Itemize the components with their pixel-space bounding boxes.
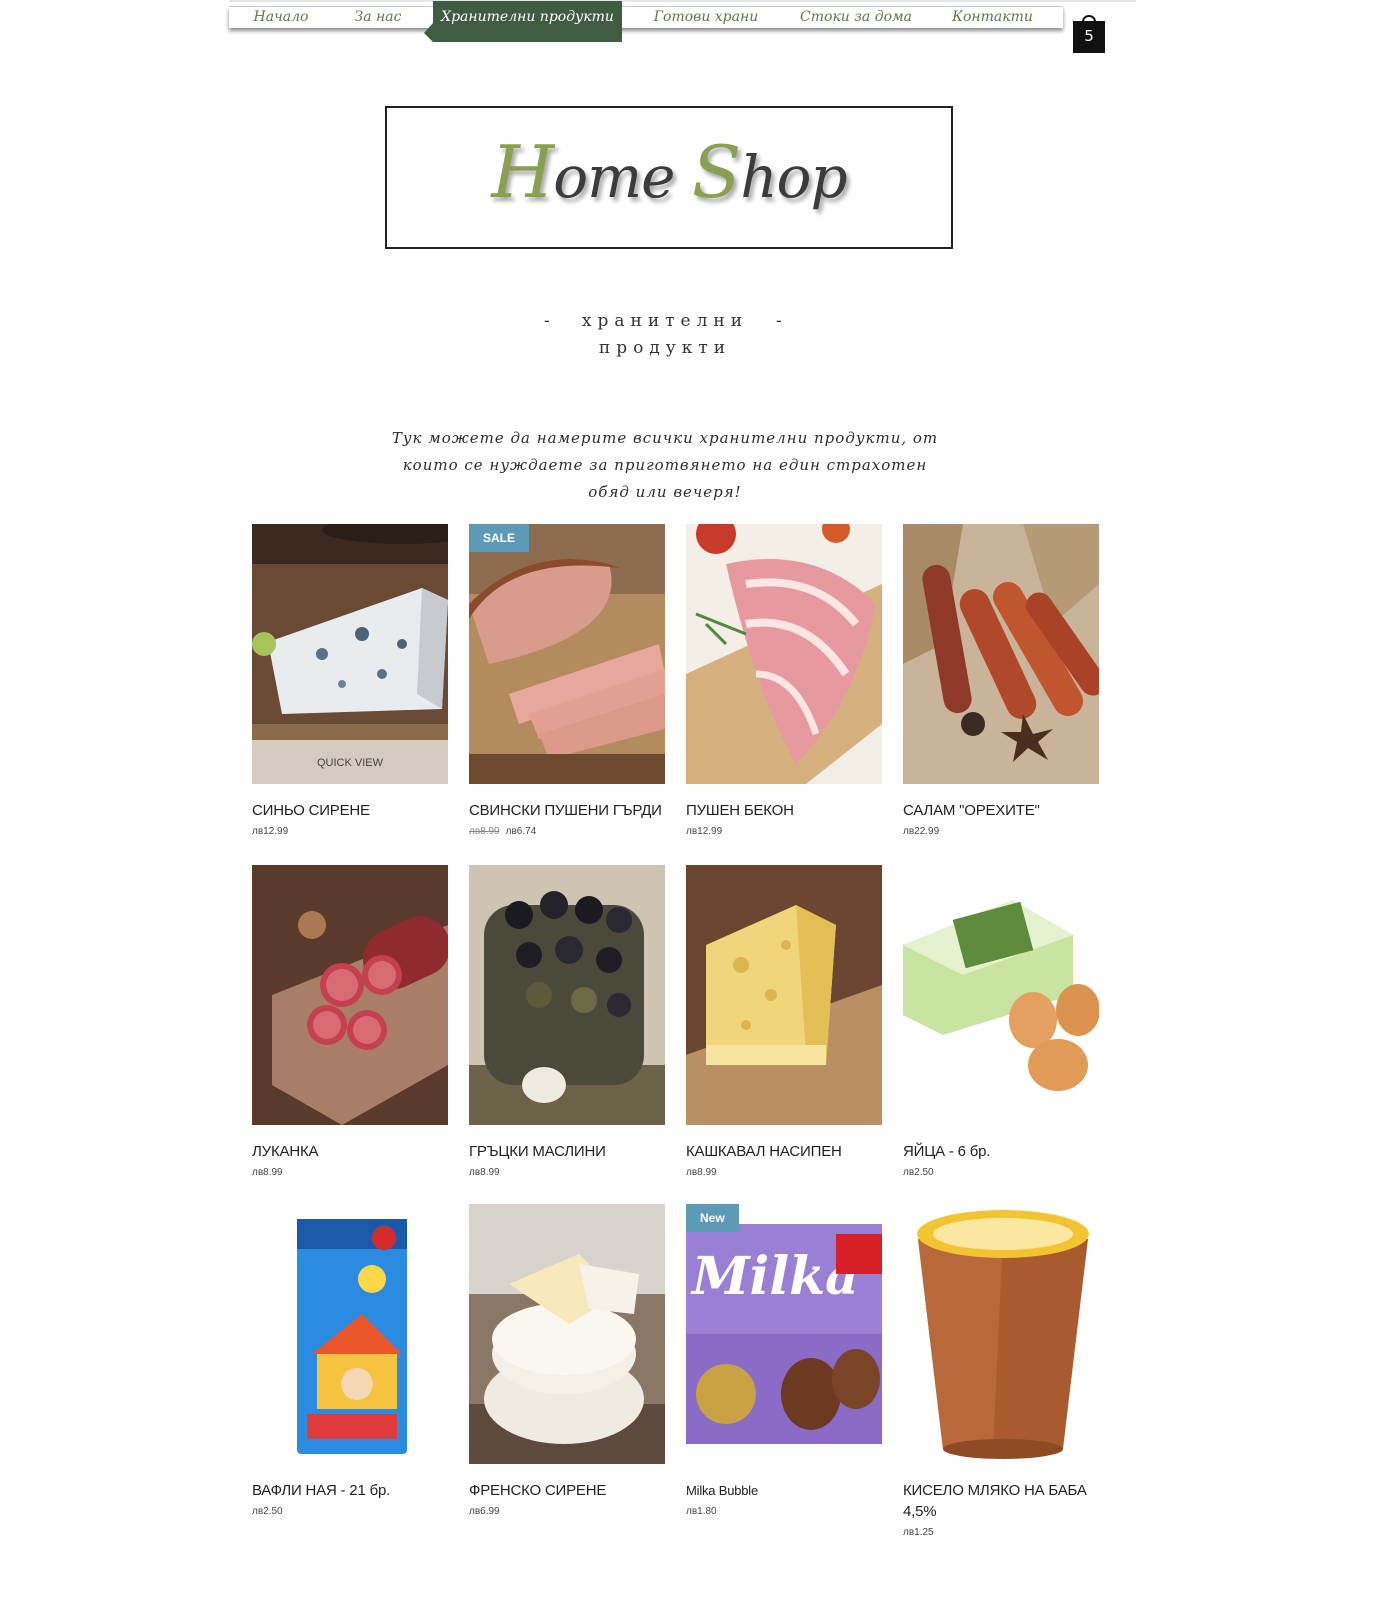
product-card[interactable]: КИСЕЛО МЛЯКО НА БАБА 4,5% лв1.25 (903, 1204, 1099, 1538)
cart-button[interactable]: 5 (1072, 10, 1106, 54)
product-name[interactable]: САЛАМ "ОРЕХИТЕ" (903, 800, 1099, 821)
product-price: лв12.99 (686, 826, 723, 837)
product-card[interactable]: QUICK VIEW СИНЬО СИРЕНЕ лв12.99 (252, 524, 448, 837)
product-name[interactable]: ВАФЛИ НАЯ - 21 бр. (252, 1480, 448, 1501)
product-card[interactable]: ВАФЛИ НАЯ - 21 бр. лв2.50 (252, 1204, 448, 1517)
product-name[interactable]: КАШКАВАЛ НАСИПЕН (686, 1141, 882, 1162)
product-card[interactable]: ГРЪЦКИ МАСЛИНИ лв8.99 (469, 865, 665, 1178)
product-price: лв8.99 (469, 1167, 500, 1178)
top-divider (229, 0, 1136, 2)
product-name[interactable]: ЛУКАНКА (252, 1141, 448, 1162)
title-dash-left: - (544, 311, 556, 331)
product-old-price: лв8.99 (469, 826, 500, 837)
product-price: лв8.99 лв6.74 (469, 826, 665, 837)
product-card[interactable]: ЛУКАНКА лв8.99 (252, 865, 448, 1178)
product-card[interactable]: КАШКАВАЛ НАСИПЕН лв8.99 (686, 865, 882, 1178)
product-name[interactable]: Milka Bubble (686, 1480, 882, 1501)
intro-text: Тук можете да намерите всички хранителни… (391, 429, 939, 501)
logo[interactable]: Home Shop (385, 106, 953, 249)
product-price: лв1.80 (686, 1506, 717, 1517)
nav-item-about[interactable]: За нас (333, 7, 423, 29)
new-badge: New (686, 1204, 739, 1232)
product-name[interactable]: СВИНСКИ ПУШЕНИ ГЪРДИ (469, 800, 665, 821)
product-image-waffles[interactable] (252, 1204, 448, 1464)
main-navigation: Начало За нас Хранителни продукти Готови… (229, 1, 1063, 42)
logo-text: Home Shop (491, 130, 847, 214)
product-name[interactable]: ПУШЕН БЕКОН (686, 800, 882, 821)
nav-item-ready-meals[interactable]: Готови храни (622, 7, 790, 29)
product-image-eggs[interactable] (903, 865, 1099, 1125)
product-image-smoked-pork[interactable]: SALE (469, 524, 665, 784)
sale-badge: SALE (469, 524, 530, 552)
product-sale-price: лв6.74 (505, 826, 537, 837)
product-image-salami[interactable] (903, 524, 1099, 784)
product-price: лв2.50 (252, 1506, 283, 1517)
product-price: лв8.99 (252, 1167, 283, 1178)
product-image-milka[interactable]: Milka New (686, 1204, 882, 1464)
product-card[interactable]: SALE СВИНСКИ ПУШЕНИ ГЪРДИ лв8.99 лв6.74 (469, 524, 665, 837)
product-name[interactable]: СИНЬО СИРЕНЕ (252, 800, 448, 821)
product-card[interactable]: САЛАМ "ОРЕХИТЕ" лв22.99 (903, 524, 1099, 837)
product-image-greek-olives[interactable] (469, 865, 665, 1125)
nav-item-food-products[interactable]: Хранителни продукти (424, 1, 622, 42)
product-card[interactable]: Milka New Milka Bubble лв1.80 (686, 1204, 882, 1517)
svg-text:Milka: Milka (690, 1246, 859, 1307)
product-card[interactable]: ПУШЕН БЕКОН лв12.99 (686, 524, 882, 837)
product-image-lukanka[interactable] (252, 865, 448, 1125)
nav-item-home[interactable]: Начало (229, 7, 333, 29)
product-name[interactable]: ЯЙЦА - 6 бр. (903, 1141, 1099, 1162)
product-card[interactable]: ФРЕНСКО СИРЕНЕ лв6.99 (469, 1204, 665, 1517)
nav-item-contacts[interactable]: Контакти (922, 7, 1063, 29)
product-name[interactable]: ФРЕНСКО СИРЕНЕ (469, 1480, 665, 1501)
product-price: лв6.99 (469, 1506, 500, 1517)
product-image-french-cheese[interactable] (469, 1204, 665, 1464)
product-image-blue-cheese[interactable]: QUICK VIEW (252, 524, 448, 784)
product-image-kashkaval[interactable] (686, 865, 882, 1125)
product-price: лв1.25 (903, 1527, 934, 1538)
product-image-yogurt[interactable] (903, 1204, 1099, 1464)
product-name[interactable]: КИСЕЛО МЛЯКО НА БАБА 4,5% (903, 1480, 1099, 1522)
quick-view-button[interactable]: QUICK VIEW (252, 740, 448, 784)
product-name[interactable]: ГРЪЦКИ МАСЛИНИ (469, 1141, 665, 1162)
product-price: лв2.50 (903, 1167, 934, 1178)
page-title: - - хранителни продукти (530, 308, 800, 362)
product-image-smoked-bacon[interactable] (686, 524, 882, 784)
title-line-2: продукти (598, 338, 732, 358)
product-price: лв22.99 (903, 826, 940, 837)
product-price: лв8.99 (686, 1167, 717, 1178)
nav-item-household-goods[interactable]: Стоки за дома (790, 7, 922, 29)
title-dash-right: - (776, 311, 788, 331)
product-price: лв12.99 (252, 826, 289, 837)
title-line-1: хранителни (581, 311, 749, 331)
cart-count: 5 (1084, 27, 1094, 45)
product-card[interactable]: ЯЙЦА - 6 бр. лв2.50 (903, 865, 1099, 1178)
